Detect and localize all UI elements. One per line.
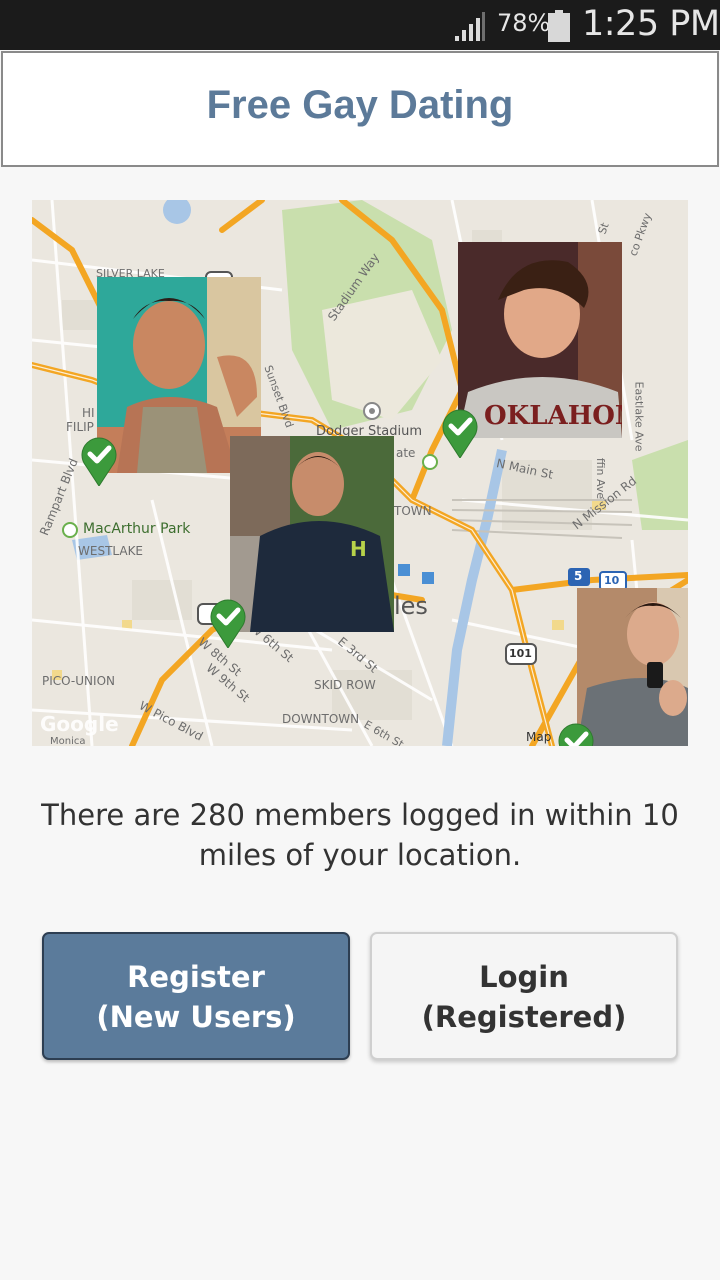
member-photo[interactable]: OKLAHOMA	[458, 242, 622, 438]
status-bar: 78% 1:25 PM	[0, 0, 720, 50]
login-label: Login	[479, 960, 569, 994]
page-title: Free Gay Dating	[206, 83, 514, 127]
map-label: MacArthur Park	[83, 521, 191, 537]
map-label: DOWNTOWN	[282, 712, 360, 726]
map-label: HI	[82, 406, 95, 420]
svg-text:H: H	[350, 537, 367, 561]
map-label: SKID ROW	[314, 678, 376, 692]
map-label: 10	[604, 574, 620, 587]
check-pin-icon[interactable]	[441, 408, 479, 458]
battery-percent: 78%	[497, 9, 551, 37]
clock: 1:25 PM	[582, 4, 720, 44]
map-label: ate	[396, 446, 416, 460]
register-sublabel: (New Users)	[96, 1000, 296, 1034]
members-nearby-text: There are 280 members logged in within 1…	[41, 798, 679, 872]
check-pin-icon[interactable]	[557, 722, 595, 746]
map-label: Monica	[50, 736, 86, 746]
google-logo: Google	[40, 712, 119, 736]
map-label: PICO-UNION	[42, 674, 115, 688]
map-label: TOWN	[394, 504, 432, 518]
map-label: FILIP	[66, 420, 94, 434]
svg-text:OKLAHOMA: OKLAHOMA	[484, 401, 622, 431]
member-photo[interactable]: H	[230, 436, 394, 632]
map-label: Eastlake Ave	[632, 381, 646, 452]
map-label: WESTLAKE	[78, 544, 144, 558]
signal-icon	[455, 12, 485, 41]
app-header: Free Gay Dating	[1, 51, 719, 167]
check-pin-icon[interactable]	[209, 598, 247, 648]
register-label: Register	[127, 960, 265, 994]
check-pin-icon[interactable]	[80, 436, 118, 486]
login-button[interactable]: Login (Registered)	[370, 932, 678, 1060]
login-sublabel: (Registered)	[421, 1000, 627, 1034]
map-tag: Map	[526, 730, 552, 744]
map-label: les	[394, 592, 428, 620]
members-map[interactable]: SILVER LAKE Stadium Way Sunset Blvd Dodg…	[32, 200, 688, 746]
map-label: ffin Ave	[594, 457, 608, 500]
register-button[interactable]: Register (New Users)	[42, 932, 350, 1060]
battery-icon	[548, 10, 570, 42]
map-label: 101	[509, 647, 532, 660]
map-label: 5	[574, 569, 583, 583]
